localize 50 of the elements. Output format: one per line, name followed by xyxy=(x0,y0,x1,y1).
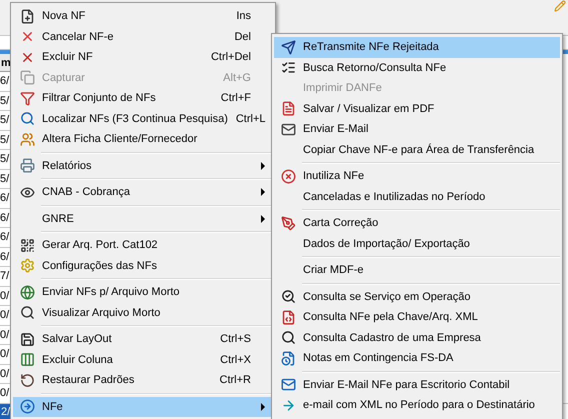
menu-item[interactable]: Excluir NF Ctrl+Del xyxy=(13,47,273,68)
submenu-arrow-icon xyxy=(261,214,265,223)
menu-item[interactable]: Copiar Chave NF-e para Área de Transferência xyxy=(274,140,560,160)
xml-file-icon xyxy=(280,310,296,325)
menu-item[interactable]: Carta Correção xyxy=(274,213,560,234)
copy-icon xyxy=(20,70,34,86)
users-icon xyxy=(20,132,34,147)
new-file-icon xyxy=(20,8,34,24)
submenu-arrow-icon xyxy=(261,402,265,411)
arrow-right-icon xyxy=(280,398,296,413)
menu-item[interactable]: e-mail com XML no Período para o Destinatário xyxy=(274,395,560,416)
submenu-arrow-icon xyxy=(261,162,265,170)
filter-icon xyxy=(20,90,34,106)
pdf-file-icon xyxy=(280,101,296,116)
menu-item[interactable]: Dados de Importação/ Exportação xyxy=(274,234,560,254)
qr-code-icon xyxy=(20,238,34,253)
menu-item[interactable]: NFe xyxy=(13,396,273,417)
submenu-arrow-icon xyxy=(261,188,265,196)
menu-item[interactable]: Salvar / Visualizar em PDF xyxy=(274,98,560,119)
restore-icon xyxy=(20,372,34,388)
send-icon xyxy=(280,40,296,55)
search-icon xyxy=(280,289,296,304)
printer-icon xyxy=(20,158,34,174)
arrow-circle-icon xyxy=(20,399,34,414)
globe-icon xyxy=(20,284,34,300)
menu-item[interactable]: Enviar E-Mail xyxy=(274,119,560,140)
menu-item[interactable]: Consulta Cadastro de uma Empresa xyxy=(274,328,560,348)
menu-item[interactable]: Notas em Contingencia FS-DA xyxy=(274,348,560,368)
menu-item[interactable]: Consulta NFe pela Chave/Arq. XML xyxy=(274,307,560,328)
menu-item[interactable]: ReTransmite NFe Rejeitada xyxy=(274,37,560,58)
search-icon xyxy=(280,330,296,346)
search-icon xyxy=(20,111,34,126)
columns-icon xyxy=(20,352,34,368)
cancel-icon xyxy=(280,168,296,184)
menu-item[interactable]: Busca Retorno/Consulta NFe xyxy=(274,58,560,78)
menu-item[interactable]: Criar MDF-e xyxy=(274,260,560,280)
pen-icon xyxy=(280,216,296,231)
search-icon xyxy=(20,305,34,320)
menu-item[interactable]: Canceladas e Inutilizadas no Período xyxy=(274,186,560,207)
menu-item[interactable]: Consulta se Serviço em Operação xyxy=(274,286,560,307)
menu-item[interactable]: Cancelar NF-e Del xyxy=(13,26,273,47)
pencil-icon[interactable] xyxy=(554,0,566,12)
menu-item[interactable]: Inutiliza NFe xyxy=(274,166,560,186)
document-icon xyxy=(280,350,296,366)
menu-item[interactable]: Enviar E-Mail NFe para Escritorio Contabil xyxy=(274,374,560,395)
envelope-icon xyxy=(280,377,296,392)
list-icon xyxy=(280,60,296,76)
envelope-icon xyxy=(280,122,296,137)
settings-icon xyxy=(20,258,34,274)
eye-icon xyxy=(20,184,34,200)
